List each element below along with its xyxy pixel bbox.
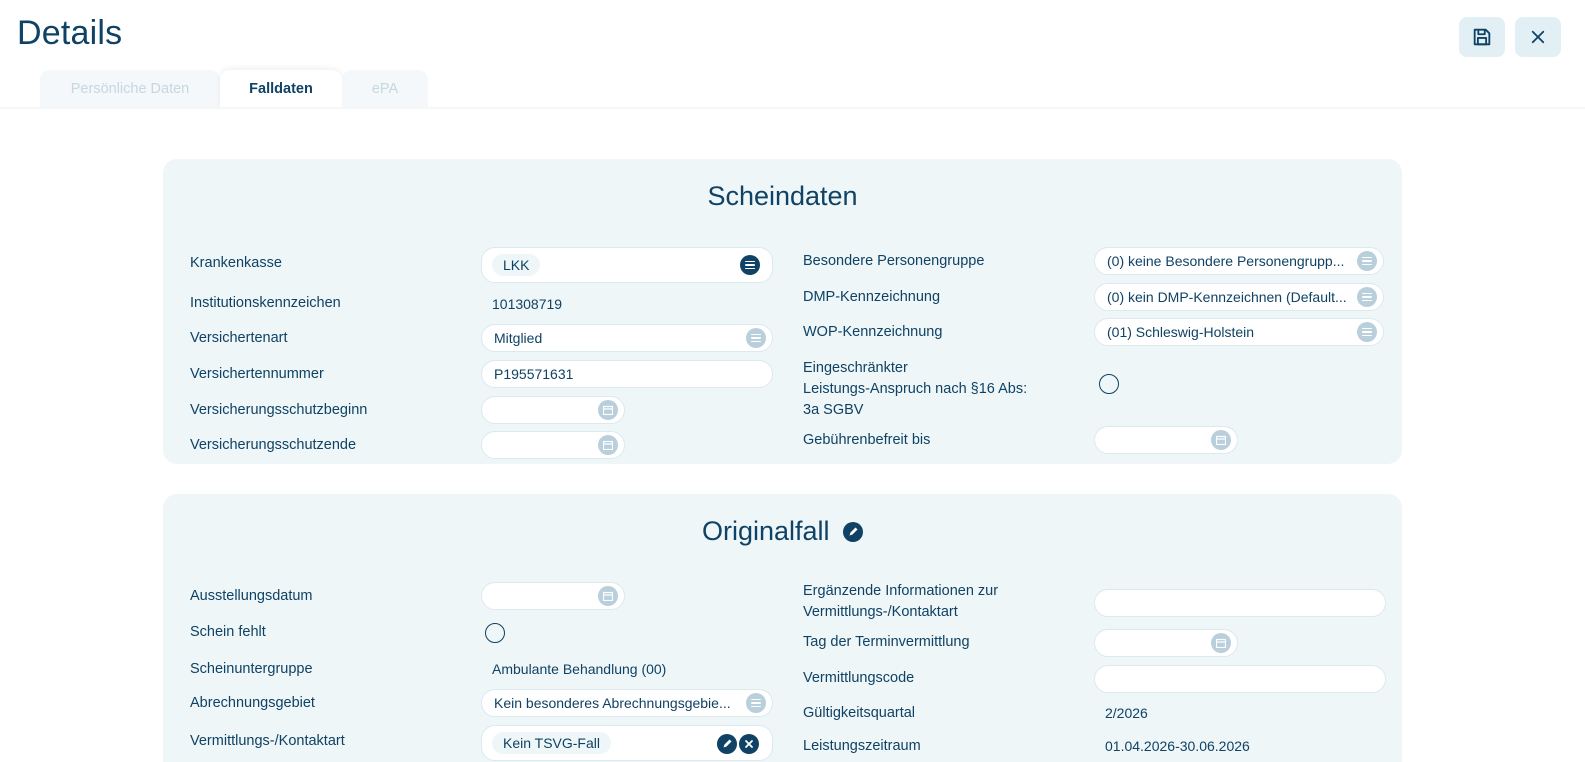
krankenkasse-field[interactable]: LKK bbox=[481, 247, 773, 283]
versicherungsschutzende-label: Versicherungsschutzende bbox=[190, 437, 357, 453]
krankenkasse-chip: LKK bbox=[492, 254, 541, 276]
tag-der-terminvermittlung-date[interactable] bbox=[1094, 629, 1238, 657]
eingeschraenkter-label-line: Eingeschränkter bbox=[803, 360, 908, 376]
leistungszeitraum-label: Leistungszeitraum bbox=[803, 738, 921, 754]
dmp-kennzeichnung-label: DMP-Kennzeichnung bbox=[803, 289, 941, 305]
eingeschraenkter-anspruch-label: Eingeschränkter Leistungs-Anspruch nach … bbox=[803, 358, 1027, 421]
tab-epa[interactable]: ePA bbox=[342, 70, 428, 108]
versichertennummer-label: Versichertennummer bbox=[190, 366, 324, 382]
ausstellungsdatum-date[interactable] bbox=[481, 582, 625, 610]
calendar-icon[interactable] bbox=[598, 435, 618, 455]
ergaenzende-informationen-input[interactable] bbox=[1094, 589, 1386, 617]
wop-kennzeichnung-select[interactable]: (01) Schleswig-Holstein bbox=[1094, 318, 1384, 346]
ausstellungsdatum-label: Ausstellungsdatum bbox=[190, 588, 313, 604]
versichertenart-value: Mitglied bbox=[494, 330, 543, 346]
section-title-scheindaten: Scheindaten bbox=[707, 181, 858, 211]
krankenkasse-label: Krankenkasse bbox=[190, 255, 282, 271]
list-icon[interactable] bbox=[1357, 322, 1377, 342]
schein-fehlt-label: Schein fehlt bbox=[190, 624, 266, 640]
versichertenart-label: Versichertenart bbox=[190, 330, 288, 346]
list-icon[interactable] bbox=[1357, 287, 1377, 307]
abrechnungsgebiet-select[interactable]: Kein besonderes Abrechnungsgebie... bbox=[481, 689, 773, 717]
list-icon[interactable] bbox=[746, 693, 766, 713]
kontaktart-chip: Kein TSVG-Fall bbox=[492, 732, 611, 754]
besondere-personengruppe-select[interactable]: (0) keine Besondere Personengrupp... bbox=[1094, 247, 1384, 275]
tab-falldaten[interactable]: Falldaten bbox=[220, 70, 342, 108]
eingeschraenkter-label-line: Leistungs-Anspruch nach §16 Abs: bbox=[803, 381, 1028, 397]
gebuehrenbefreit-date[interactable] bbox=[1094, 426, 1238, 454]
versichertennummer-value: P195571631 bbox=[494, 366, 574, 382]
gueltigkeitsquartal-value: 2/2026 bbox=[1105, 705, 1148, 721]
institutionskennzeichen-label: Institutionskennzeichen bbox=[190, 295, 341, 311]
wop-kennzeichnung-value: (01) Schleswig-Holstein bbox=[1107, 324, 1255, 340]
versicherungsschutzende-date[interactable] bbox=[481, 431, 625, 459]
eingeschraenkter-anspruch-checkbox[interactable] bbox=[1099, 374, 1119, 394]
ergaenzende-informationen-label: Ergänzende Informationen zur Vermittlung… bbox=[803, 581, 998, 623]
tab-bar: Persönliche Daten Falldaten ePA bbox=[40, 70, 428, 108]
kontaktart-field[interactable]: Kein TSVG-Fall bbox=[481, 725, 773, 761]
scheinuntergruppe-value: Ambulante Behandlung (00) bbox=[492, 661, 667, 677]
eingeschraenkter-label-line: 3a SGBV bbox=[803, 402, 864, 418]
kontaktart-label: Vermittlungs-/Kontaktart bbox=[190, 733, 345, 749]
list-icon[interactable] bbox=[1357, 251, 1377, 271]
calendar-icon[interactable] bbox=[598, 586, 618, 606]
besondere-personengruppe-label: Besondere Personengruppe bbox=[803, 253, 985, 269]
edit-icon[interactable] bbox=[843, 522, 864, 542]
wop-kennzeichnung-label: WOP-Kennzeichnung bbox=[803, 324, 943, 340]
schein-fehlt-checkbox[interactable] bbox=[485, 623, 505, 643]
clear-icon[interactable] bbox=[739, 734, 759, 754]
originalfall-title: Originalfall bbox=[701, 516, 830, 546]
ergaenzende-label-line: Vermittlungs-/Kontaktart bbox=[803, 604, 958, 620]
gueltigkeitsquartal-label: Gültigkeitsquartal bbox=[803, 705, 916, 721]
save-button[interactable] bbox=[1459, 17, 1505, 57]
tag-der-terminvermittlung-label: Tag der Terminvermittlung bbox=[803, 634, 970, 650]
scheindaten-panel: Scheindaten Krankenkasse LKK Institution… bbox=[163, 159, 1402, 464]
dmp-kennzeichnung-value: (0) kein DMP-Kennzeichnen (Default... bbox=[1107, 289, 1347, 305]
tab-persoenliche-daten[interactable]: Persönliche Daten bbox=[40, 70, 220, 108]
abrechnungsgebiet-label: Abrechnungsgebiet bbox=[190, 695, 315, 711]
close-button[interactable] bbox=[1515, 17, 1561, 57]
close-icon bbox=[1531, 30, 1545, 44]
list-icon[interactable] bbox=[740, 255, 760, 275]
tab-divider bbox=[0, 107, 1585, 110]
section-title-originalfall: Originalfall bbox=[163, 516, 1402, 547]
dmp-kennzeichnung-select[interactable]: (0) kein DMP-Kennzeichnen (Default... bbox=[1094, 283, 1384, 311]
versichertennummer-input[interactable]: P195571631 bbox=[481, 360, 773, 388]
besondere-personengruppe-value: (0) keine Besondere Personengrupp... bbox=[1107, 253, 1345, 269]
institutionskennzeichen-value: 101308719 bbox=[492, 296, 563, 312]
scheinuntergruppe-label: Scheinuntergruppe bbox=[190, 661, 313, 677]
calendar-icon[interactable] bbox=[598, 400, 618, 420]
vermittlungscode-input[interactable] bbox=[1094, 665, 1386, 693]
edit-icon[interactable] bbox=[717, 734, 737, 754]
originalfall-panel: Originalfall Ausstellungsdatum Schein fe… bbox=[163, 494, 1402, 762]
gebuehrenbefreit-label: Gebührenbefreit bis bbox=[803, 432, 931, 448]
abrechnungsgebiet-value: Kein besonderes Abrechnungsgebie... bbox=[494, 695, 731, 711]
save-icon bbox=[1473, 28, 1491, 46]
page-title: Details bbox=[17, 14, 123, 52]
versichertenart-select[interactable]: Mitglied bbox=[481, 324, 773, 352]
calendar-icon[interactable] bbox=[1211, 633, 1231, 653]
versicherungsschutzbeginn-date[interactable] bbox=[481, 396, 625, 424]
ergaenzende-label-line: Ergänzende Informationen zur bbox=[803, 583, 999, 599]
leistungszeitraum-value: 01.04.2026-30.06.2026 bbox=[1105, 738, 1250, 754]
list-icon[interactable] bbox=[746, 328, 766, 348]
vermittlungscode-label: Vermittlungscode bbox=[803, 670, 915, 686]
versicherungsschutzbeginn-label: Versicherungsschutzbeginn bbox=[190, 402, 368, 418]
calendar-icon[interactable] bbox=[1211, 430, 1231, 450]
